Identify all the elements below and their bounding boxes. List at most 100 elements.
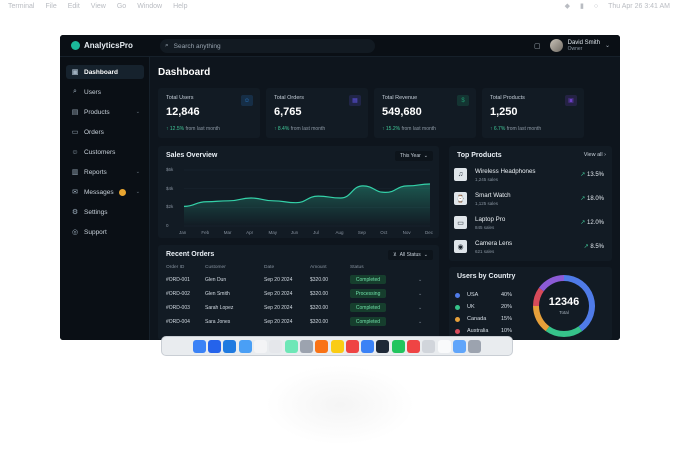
x-tick-label: Sep [357, 230, 366, 235]
dock-app-icon[interactable] [361, 339, 375, 353]
menu-item[interactable]: Edit [68, 3, 80, 10]
dock-app-icon[interactable] [269, 339, 283, 353]
orders-filter-dropdown[interactable]: ⊻ All Status ⌄ [388, 250, 433, 260]
product-growth-value: 13.5% [586, 172, 604, 178]
wifi-icon[interactable]: ◆ [565, 2, 570, 10]
product-growth: ↗ 12.0% [580, 219, 604, 226]
stat-trend: ↑ 15.2% from last month [382, 126, 436, 132]
message-icon: ✉ [72, 189, 78, 196]
menu-bar: Terminal File Edit View Go Window Help ◆ ▮ ○ T… [0, 0, 680, 12]
dock-app-icon[interactable] [208, 339, 222, 353]
user-menu[interactable]: ▢ David Smith Owner ⌄ [534, 39, 610, 52]
dock-app-icon[interactable] [406, 339, 420, 353]
sidebar-item-label: Customers [84, 148, 116, 156]
stat-trend: ↑ 8.4% from last month [274, 126, 325, 132]
sidebar-item-settings[interactable]: ⚙ Settings [66, 205, 144, 219]
country-row: UK 20% [455, 302, 525, 312]
dock-app-icon[interactable] [468, 339, 482, 353]
status-badge: Completed [350, 317, 386, 326]
clock[interactable]: Thu Apr 26 3:41 AM [608, 3, 670, 10]
dock-app-icon[interactable] [238, 339, 252, 353]
sales-chart [183, 169, 431, 227]
logo[interactable]: AnalyticsPro [71, 41, 133, 50]
dock-app-icon[interactable] [254, 339, 268, 353]
sidebar-item-label: Reports [84, 168, 107, 176]
battery-icon[interactable]: ▮ [580, 2, 584, 10]
menu-item[interactable]: File [45, 3, 56, 10]
dock [161, 336, 513, 356]
status-badge: Completed [350, 303, 386, 312]
stat-icon: ☺ [241, 95, 253, 106]
sidebar-item-customers[interactable]: ☺ Customers [66, 145, 144, 159]
sidebar-item-reports[interactable]: ▥ Reports ⌄ [66, 165, 144, 179]
box-icon: ▤ [71, 109, 79, 116]
search-input[interactable]: ⌕ Search anything [160, 39, 375, 53]
users-by-country-panel: Users by Country USA 40% UK 20% Canada 15% Aus… [449, 267, 612, 340]
product-growth: ↗ 18.0% [580, 195, 604, 202]
chevron-down-icon[interactable]: ⌄ [418, 291, 422, 297]
bell-icon[interactable]: ▢ [534, 42, 541, 50]
country-row: USA 40% [455, 290, 525, 300]
dock-app-icon[interactable] [315, 339, 329, 353]
sidebar-item-label: Products [84, 108, 110, 116]
product-row[interactable]: ♫ Wireless Headphones 1,245 sales ↗ 13.5% [454, 166, 604, 184]
order-id[interactable]: #ORD-004 [166, 319, 190, 325]
menu-item[interactable]: Help [173, 3, 187, 10]
sidebar-item-products[interactable]: ▤ Products ⌄ [66, 105, 144, 119]
menu-item[interactable]: View [91, 3, 106, 10]
order-id[interactable]: #ORD-003 [166, 305, 190, 311]
product-sales: 1,125 sales [475, 201, 499, 206]
menu-item[interactable]: Go [117, 3, 126, 10]
product-row[interactable]: ⌚ Smart Watch 1,125 sales ↗ 18.0% [454, 190, 604, 208]
x-tick-label: Jul [313, 230, 319, 235]
sidebar-item-support[interactable]: ◎ Support [66, 225, 144, 239]
order-amount: $320.00 [310, 277, 329, 283]
dock-app-icon[interactable] [437, 339, 451, 353]
product-row[interactable]: ◉ Camera Lens 621 sales ↗ 8.5% [454, 238, 604, 256]
product-name: Laptop Pro [475, 216, 506, 223]
chevron-down-icon[interactable]: ⌄ [418, 277, 422, 283]
x-tick-label: Apr [246, 230, 254, 235]
sidebar-item-users[interactable]: ⌕ Users [66, 85, 144, 99]
dock-app-icon[interactable] [299, 339, 313, 353]
chevron-down-icon[interactable]: ⌄ [418, 305, 422, 311]
page-title: Dashboard [158, 67, 211, 78]
product-row[interactable]: ▭ Laptop Pro 845 sales ↗ 12.0% [454, 214, 604, 232]
chevron-down-icon[interactable]: ⌄ [418, 319, 422, 325]
dock-app-icon[interactable] [192, 339, 206, 353]
view-all-link[interactable]: View all › [584, 152, 606, 158]
x-tick-label: Feb [201, 230, 210, 235]
order-date: Sep 20 2024 [264, 319, 293, 325]
dock-app-icon[interactable] [452, 339, 466, 353]
order-id[interactable]: #ORD-001 [166, 277, 190, 283]
trend-up-icon: ↗ [580, 172, 587, 178]
product-sales: 621 sales [475, 249, 495, 254]
top-bar: AnalyticsPro ⌕ Search anything ▢ David Sm… [60, 35, 620, 57]
order-date: Sep 20 2024 [264, 291, 293, 297]
recent-orders-panel: Recent Orders ⊻ All Status ⌄ Order ID Custo… [158, 245, 439, 340]
dock-app-icon[interactable] [422, 339, 436, 353]
search-placeholder: Search anything [173, 42, 221, 50]
help-icon: ◎ [71, 229, 79, 236]
sidebar-item-messages[interactable]: ✉ Messages ⌄ [66, 185, 144, 199]
sidebar-item-dashboard[interactable]: ▣ Dashboard [66, 65, 144, 79]
sidebar-item-orders[interactable]: ▭ Orders [66, 125, 144, 139]
logo-icon [71, 41, 80, 50]
trend-up-icon: ↗ [580, 196, 587, 202]
dock-app-icon[interactable] [330, 339, 344, 353]
notification-badge [118, 188, 126, 196]
dock-app-icon[interactable] [223, 339, 237, 353]
x-tick-label: Jan [179, 230, 187, 235]
stat-label: Total Orders [274, 95, 304, 101]
order-id[interactable]: #ORD-002 [166, 291, 190, 297]
menu-item[interactable]: Terminal [8, 3, 34, 10]
menu-item[interactable]: Window [137, 3, 162, 10]
search-icon[interactable]: ○ [594, 3, 598, 10]
dock-app-icon[interactable] [345, 339, 359, 353]
dock-app-icon[interactable] [391, 339, 405, 353]
product-sales: 845 sales [475, 225, 495, 230]
dock-app-icon[interactable] [284, 339, 298, 353]
dock-app-icon[interactable] [376, 339, 390, 353]
trend-up-icon: ↗ [580, 220, 587, 226]
country-title: Users by Country [457, 273, 516, 280]
